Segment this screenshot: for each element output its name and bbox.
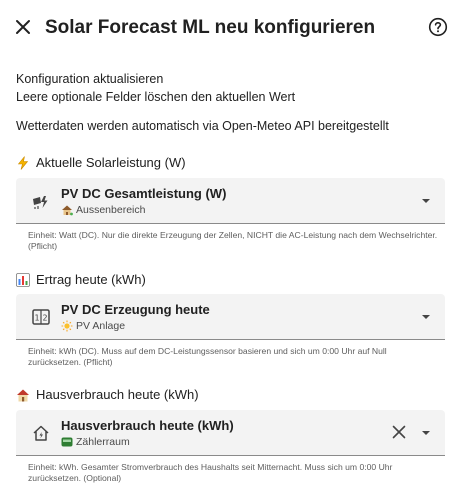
entity-picker-solar-power[interactable]: PV DC Gesamtleistung (W) Aussenbereich [16,178,445,224]
entity-area-text: Aussenbereich [76,204,146,216]
field-helper-text: Einheit: kWh (DC). Muss auf dem DC-Leist… [28,346,387,367]
chevron-down-icon[interactable] [421,313,431,321]
help-circle-icon[interactable] [428,17,448,37]
dialog-title: Solar Forecast ML neu konfigurieren [45,17,376,38]
sun-icon [61,320,73,332]
dialog-header: Solar Forecast ML neu konfigurieren [0,0,454,56]
intro-line-3: Wetterdaten werden automatisch via Open-… [16,119,389,133]
svg-text:1: 1 [34,314,39,323]
svg-text:2: 2 [42,314,47,323]
field-label-solar-power: Aktuelle Solarleistung (W) [16,155,186,170]
field-label-text: Hausverbrauch heute (kWh) [36,387,199,402]
entity-name: PV DC Gesamtleistung (W) [61,186,227,201]
bar-chart-icon [16,272,30,287]
clear-icon[interactable] [391,424,407,440]
chevron-down-icon[interactable] [421,197,431,205]
entity-area-text: PV Anlage [76,320,126,332]
field-helper-text: Einheit: Watt (DC). Nur die direkte Erze… [28,230,438,251]
field-label-yield-today: Ertrag heute (kWh) [16,272,146,287]
field-label-text: Ertrag heute (kWh) [36,272,146,287]
entity-picker-house-consumption[interactable]: Hausverbrauch heute (kWh) Zählerraum [16,410,445,456]
meter-icon [61,437,73,447]
entity-area-text: Zählerraum [76,436,130,448]
counter-icon: 1 2 [32,309,50,325]
entity-area: PV Anlage [61,320,125,332]
entity-area: Zählerraum [61,436,130,448]
field-label-text: Aktuelle Solarleistung (W) [36,155,186,170]
entity-area: Aussenbereich [61,204,145,216]
field-label-house-consumption: Hausverbrauch heute (kWh) [16,387,199,402]
intro-line-1: Konfiguration aktualisieren [16,72,164,86]
entity-picker-yield-today[interactable]: 1 2 PV DC Erzeugung heute PV Anlage [16,294,445,340]
close-icon[interactable] [12,16,34,38]
field-helper-text: Einheit: kWh. Gesamter Stromverbrauch de… [28,462,393,483]
chevron-down-icon[interactable] [421,429,431,437]
entity-name: PV DC Erzeugung heute [61,302,210,317]
house-garden-icon [62,205,73,216]
intro-line-2: Leere optionale Felder löschen den aktue… [16,90,296,104]
entity-name: Hausverbrauch heute (kWh) [61,418,234,433]
home-lightning-icon [33,425,49,441]
house-icon [17,389,29,401]
lightning-icon [17,155,29,170]
solar-power-icon [33,196,48,209]
